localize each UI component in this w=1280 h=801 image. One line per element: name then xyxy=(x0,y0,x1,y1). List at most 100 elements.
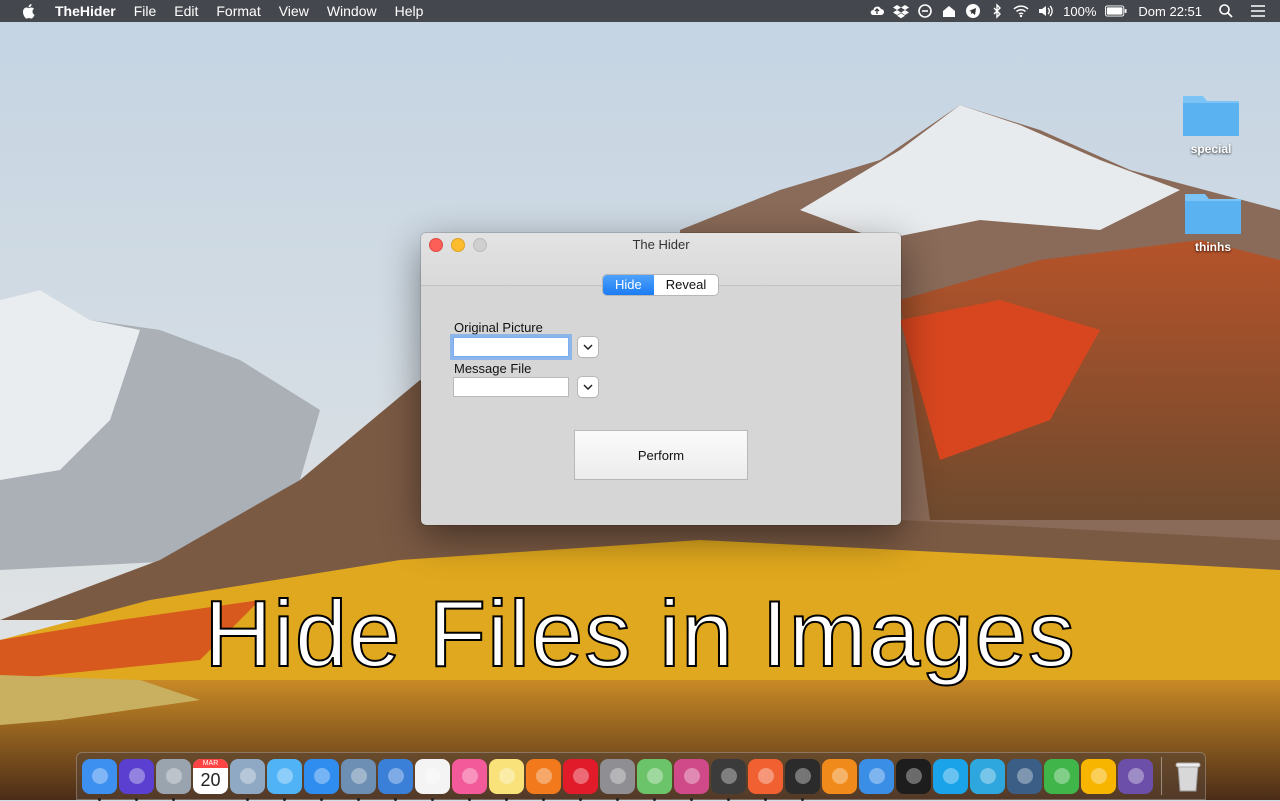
settings-glyph xyxy=(609,768,626,784)
itunes-glyph xyxy=(461,768,478,784)
battery-icon[interactable] xyxy=(1102,0,1130,22)
notes-icon[interactable] xyxy=(489,758,524,801)
running-indicator xyxy=(135,797,138,801)
running-indicator xyxy=(431,797,434,801)
maps-glyph xyxy=(646,768,663,784)
pinwheel-glyph xyxy=(683,768,700,784)
texteditor-icon[interactable] xyxy=(415,758,450,801)
messages-icon[interactable] xyxy=(267,758,302,801)
battery-percent: 100% xyxy=(1063,3,1097,19)
activity-monitor-icon[interactable] xyxy=(785,758,820,801)
volume-icon[interactable] xyxy=(1033,0,1057,22)
message-file-input[interactable] xyxy=(453,377,569,397)
opera-glyph xyxy=(572,768,589,784)
opera-icon[interactable] xyxy=(563,758,598,801)
mode-tabs: Hide Reveal xyxy=(603,275,719,295)
telegram-glyph xyxy=(979,768,996,784)
menu-format[interactable]: Format xyxy=(207,0,269,22)
list-icon[interactable] xyxy=(1246,0,1270,22)
desktop-folder-special[interactable]: special xyxy=(1171,90,1251,156)
brave-icon[interactable] xyxy=(748,758,783,801)
folder-label: thinhs xyxy=(1195,240,1231,254)
quicktime-icon[interactable] xyxy=(1007,758,1042,794)
launchpad-icon[interactable] xyxy=(156,758,191,801)
tab-hide[interactable]: Hide xyxy=(603,275,654,295)
activity-monitor-glyph xyxy=(794,768,811,784)
desktop-folder-thinhs[interactable]: thinhs xyxy=(1173,188,1253,254)
original-picture-dropdown[interactable] xyxy=(578,337,598,357)
pinwheel-icon[interactable] xyxy=(674,758,709,801)
running-indicator xyxy=(690,797,693,801)
dock-separator xyxy=(1161,757,1162,795)
running-indicator xyxy=(801,797,804,801)
running-indicator xyxy=(505,797,508,801)
terminal-icon[interactable] xyxy=(896,758,931,794)
calendar-icon[interactable]: MAR 20 xyxy=(193,758,228,794)
menubar-clock[interactable]: Dom 22:51 xyxy=(1130,4,1214,19)
menu-view[interactable]: View xyxy=(270,0,318,22)
running-indicator xyxy=(98,797,101,801)
keynote-icon[interactable] xyxy=(378,758,413,801)
telegram-icon[interactable] xyxy=(961,0,985,22)
numbers-icon[interactable] xyxy=(1044,758,1079,794)
image-search-glyph xyxy=(1127,768,1144,784)
preview-glyph xyxy=(239,768,256,784)
xcode-icon[interactable] xyxy=(859,758,894,794)
folder-icon xyxy=(1181,90,1241,138)
skype-icon[interactable] xyxy=(933,758,968,794)
menu-edit[interactable]: Edit xyxy=(165,0,207,22)
sublime-icon[interactable] xyxy=(711,758,746,801)
calendar-month: MAR xyxy=(193,758,228,768)
running-indicator xyxy=(764,797,767,801)
maps-icon[interactable] xyxy=(637,758,672,801)
books-icon[interactable] xyxy=(822,758,857,794)
search-icon[interactable] xyxy=(1214,0,1238,22)
running-indicator xyxy=(283,797,286,801)
quicktime-glyph xyxy=(1016,768,1033,784)
cloud-upload-icon[interactable] xyxy=(865,0,889,22)
running-indicator xyxy=(616,797,619,801)
perform-button[interactable]: Perform xyxy=(574,430,748,480)
original-picture-input[interactable] xyxy=(453,337,569,357)
image-search-icon[interactable] xyxy=(1118,758,1153,794)
firefox-icon[interactable] xyxy=(526,758,561,801)
menu-window[interactable]: Window xyxy=(318,0,386,22)
apple-menu-icon[interactable] xyxy=(18,0,40,22)
message-file-dropdown[interactable] xyxy=(578,377,598,397)
home-icon[interactable] xyxy=(937,0,961,22)
trash-icon[interactable] xyxy=(1170,759,1205,794)
menu-file[interactable]: File xyxy=(125,0,166,22)
photo-icon[interactable] xyxy=(341,758,376,801)
chevron-down-icon xyxy=(583,384,593,390)
window-titlebar[interactable]: The Hider Hide Reveal xyxy=(421,233,901,295)
sketch-icon[interactable] xyxy=(1081,758,1116,794)
safari-icon[interactable] xyxy=(304,758,339,801)
brave-glyph xyxy=(757,768,774,784)
app-name-menu[interactable]: TheHider xyxy=(46,0,125,22)
message-file-label: Message File xyxy=(454,361,532,376)
running-indicator xyxy=(542,797,545,801)
keynote-glyph xyxy=(387,768,404,784)
bluetooth-icon[interactable] xyxy=(985,0,1009,22)
trash-can-shape xyxy=(1175,762,1200,792)
sync-icon[interactable] xyxy=(913,0,937,22)
itunes-icon[interactable] xyxy=(452,758,487,801)
tab-reveal[interactable]: Reveal xyxy=(654,275,718,295)
calendar-day: 20 xyxy=(200,769,221,790)
telegram-icon[interactable] xyxy=(970,758,1005,794)
settings-icon[interactable] xyxy=(600,758,635,801)
dropbox-icon[interactable] xyxy=(889,0,913,22)
finder-icon[interactable] xyxy=(82,758,117,801)
headline-text: Hide Files in Images xyxy=(203,580,1076,687)
folder-label: special xyxy=(1190,142,1232,156)
firefox-glyph xyxy=(535,768,552,784)
folder-icon xyxy=(1183,188,1243,236)
xcode-glyph xyxy=(868,768,885,784)
menu-help[interactable]: Help xyxy=(386,0,433,22)
siri-icon[interactable] xyxy=(119,758,154,801)
preview-icon[interactable] xyxy=(230,758,265,801)
running-indicator xyxy=(357,797,360,801)
terminal-glyph xyxy=(905,768,922,784)
wifi-icon[interactable] xyxy=(1009,0,1033,22)
original-picture-label: Original Picture xyxy=(454,320,543,335)
